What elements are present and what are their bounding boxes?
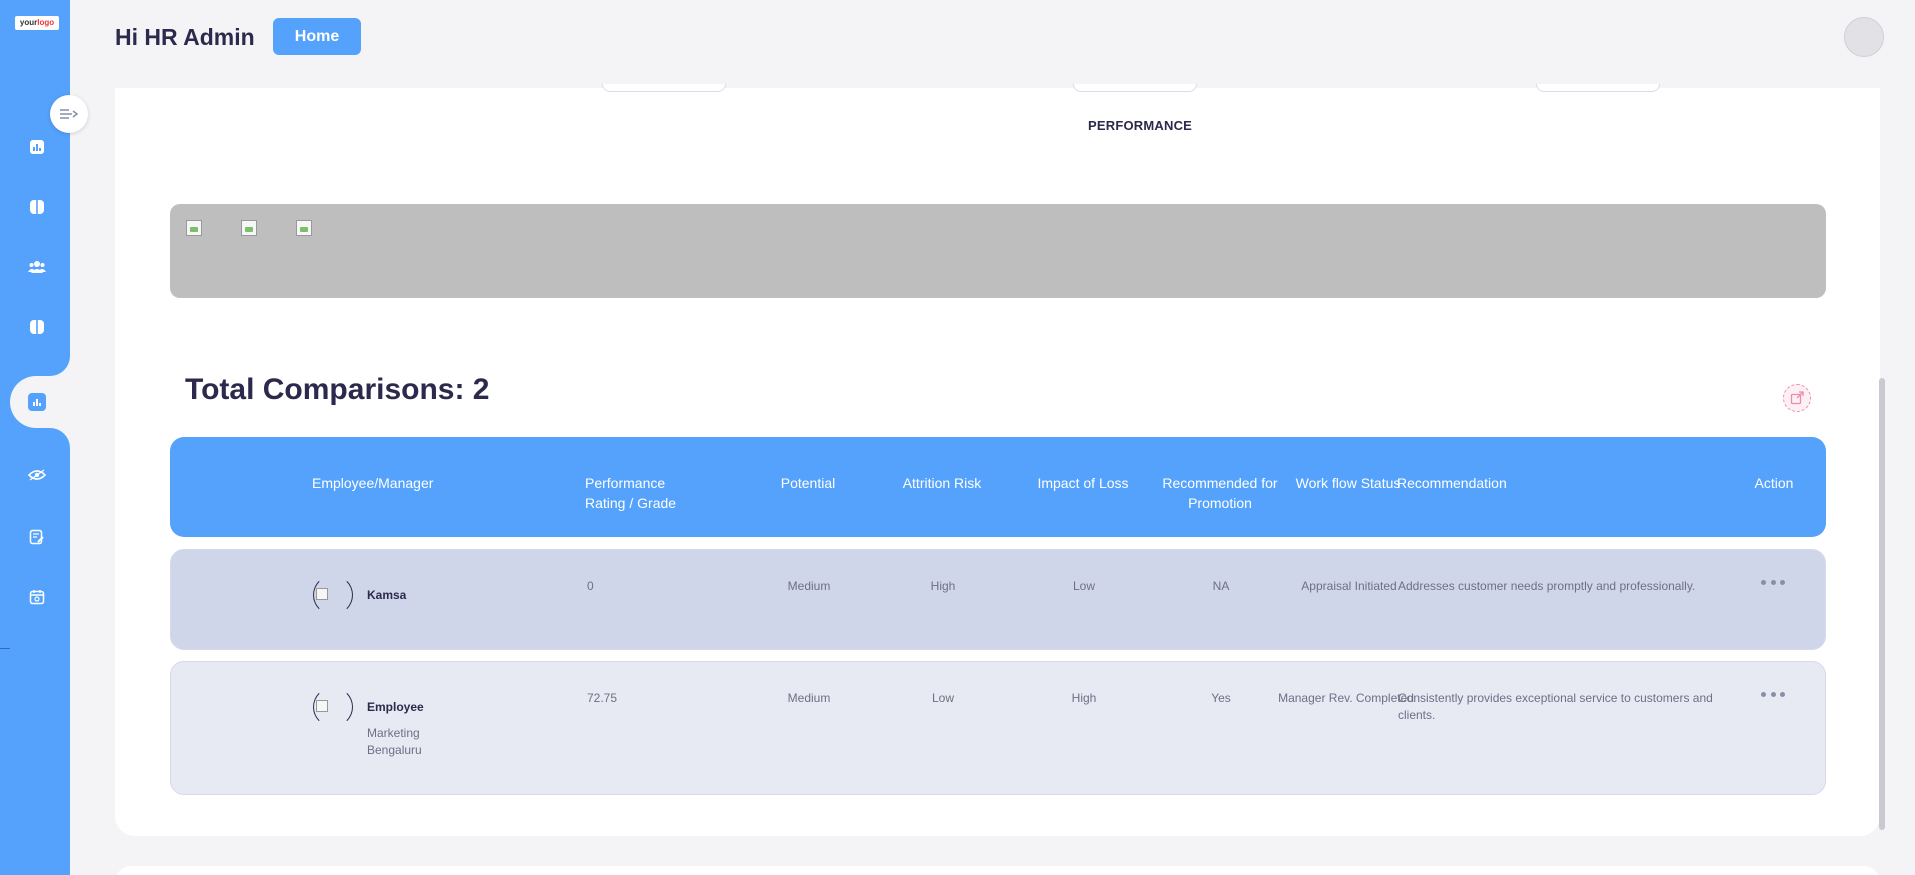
- employee-location: Bengaluru: [367, 743, 422, 757]
- sidebar-item-calendar[interactable]: [22, 582, 52, 612]
- potential-value: Medium: [787, 579, 831, 593]
- workflow-status: Manager Rev. Completed: [1278, 691, 1414, 705]
- broken-image-icon: [186, 220, 202, 236]
- impact-of-loss-value: Low: [1072, 579, 1095, 593]
- recommendation-text: Addresses customer needs promptly and pr…: [1398, 579, 1696, 593]
- promotion-value: NA: [1212, 579, 1230, 593]
- users-icon: [28, 261, 46, 273]
- main-card: PERFORMANCE Total Comparisons: 2 Employe…: [115, 84, 1880, 836]
- sidebar-item-users[interactable]: [22, 252, 52, 282]
- greeting-title: Hi HR Admin: [115, 24, 255, 50]
- table-row[interactable]: Employee Marketing Bengaluru 72.75 Mediu…: [170, 661, 1826, 795]
- column-header-potential[interactable]: Potential: [758, 473, 858, 493]
- employee-name[interactable]: Employee: [367, 700, 424, 714]
- sidebar-item-columns[interactable]: [22, 312, 52, 342]
- column-header-workflow[interactable]: Work flow Status: [1283, 473, 1413, 493]
- column-header-performance[interactable]: Performance Rating / Grade: [585, 473, 676, 513]
- bar-chart-icon: [30, 140, 44, 154]
- row-actions-button[interactable]: [1761, 688, 1785, 700]
- analytics-icon: [33, 399, 41, 406]
- column-header-promotion[interactable]: Recommended for Promotion: [1155, 473, 1285, 513]
- column-header-impact[interactable]: Impact of Loss: [1023, 473, 1143, 493]
- app-root: yourlogo Hi HR Admin Home PERFORMANCE To…: [0, 0, 1915, 875]
- broken-image-icon: [296, 220, 312, 236]
- column-header-promotion-line2: Promotion: [1188, 495, 1252, 511]
- sidebar-item-edit[interactable]: [22, 522, 52, 552]
- table-header: Employee/Manager Performance Rating / Gr…: [170, 437, 1826, 537]
- collapse-arrow-icon: [60, 109, 79, 119]
- attrition-risk-value: High: [930, 579, 956, 593]
- promotion-value: Yes: [1211, 691, 1231, 705]
- image-panel: [170, 204, 1826, 298]
- table-row[interactable]: Kamsa 0 Medium High Low NA Appraisal Ini…: [170, 549, 1826, 650]
- performance-rating: 0: [587, 579, 594, 593]
- company-logo[interactable]: yourlogo: [15, 16, 59, 30]
- sidebar: yourlogo: [0, 0, 70, 875]
- edit-document-icon: [29, 529, 44, 545]
- filter-pill-right[interactable]: [1536, 84, 1660, 92]
- recommendation-text: Consistently provides exceptional servic…: [1398, 691, 1713, 722]
- column-header-performance-line2: Rating / Grade: [585, 495, 677, 511]
- filter-pill-center[interactable]: [1073, 84, 1197, 92]
- eye-icon: [28, 469, 46, 481]
- row-actions-button[interactable]: [1761, 576, 1785, 588]
- more-dot-icon: [1770, 691, 1776, 697]
- top-header: Hi HR Admin Home: [70, 0, 1915, 88]
- more-dot-icon: [1770, 579, 1776, 585]
- more-dot-icon: [1780, 691, 1785, 697]
- sidebar-divider: [0, 648, 10, 649]
- sidebar-collapse-button[interactable]: [50, 95, 88, 133]
- sidebar-item-panels[interactable]: [22, 192, 52, 222]
- employee-avatar: [313, 687, 353, 727]
- panels-icon: [30, 200, 44, 214]
- export-button[interactable]: [1783, 384, 1811, 412]
- logo-text-accent: logo: [37, 18, 55, 27]
- broken-image-icon: [241, 220, 257, 236]
- next-card-edge: [115, 866, 1880, 875]
- performance-rating: 72.75: [587, 691, 618, 705]
- employee-avatar: [313, 575, 353, 615]
- column-header-promotion-line1: Recommended for: [1162, 475, 1278, 491]
- total-comparisons-title: Total Comparisons: 2: [185, 373, 490, 406]
- columns-icon: [30, 320, 44, 334]
- more-dot-icon: [1761, 691, 1766, 697]
- column-header-performance-line1: Performance: [585, 475, 666, 491]
- column-header-attrition[interactable]: Attrition Risk: [887, 473, 997, 493]
- more-dot-icon: [1761, 579, 1766, 585]
- column-header-action[interactable]: Action: [1739, 473, 1809, 493]
- employee-name[interactable]: Kamsa: [367, 588, 406, 602]
- sidebar-item-view[interactable]: [22, 460, 52, 490]
- column-header-employee[interactable]: Employee/Manager: [312, 473, 433, 493]
- user-avatar[interactable]: [1844, 17, 1884, 57]
- sidebar-item-dashboard[interactable]: [22, 132, 52, 162]
- attrition-risk-value: Low: [931, 691, 954, 705]
- filter-pill-left[interactable]: [602, 84, 726, 92]
- column-header-recommendation[interactable]: Recommendation: [1397, 473, 1507, 493]
- workflow-status: Appraisal Initiated: [1301, 579, 1397, 593]
- page-scrollbar-thumb[interactable]: [1879, 378, 1885, 830]
- potential-value: Medium: [787, 691, 831, 705]
- performance-label: PERFORMANCE: [1088, 118, 1193, 133]
- sidebar-item-analytics[interactable]: [28, 393, 46, 411]
- employee-department: Marketing: [367, 726, 420, 740]
- more-dot-icon: [1780, 579, 1785, 585]
- logo-text: your: [19, 18, 38, 27]
- external-link-icon: [1790, 391, 1804, 405]
- calendar-icon: [29, 590, 45, 605]
- impact-of-loss-value: High: [1071, 691, 1097, 705]
- home-button[interactable]: Home: [273, 18, 361, 55]
